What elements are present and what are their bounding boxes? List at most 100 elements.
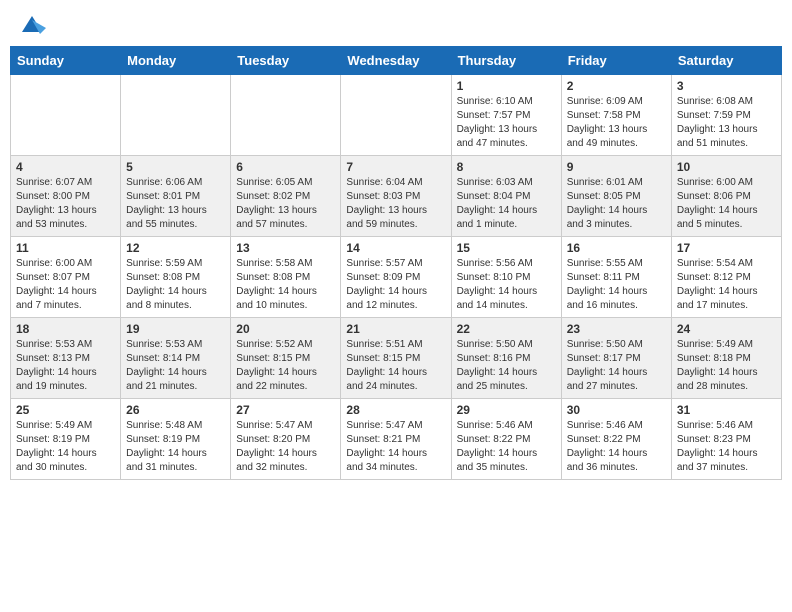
calendar-cell: 18 Sunrise: 5:53 AMSunset: 8:13 PMDayligh… xyxy=(11,318,121,399)
day-info: Sunrise: 5:57 AMSunset: 8:09 PMDaylight:… xyxy=(346,257,445,313)
weekday-header-sunday: Sunday xyxy=(11,47,121,75)
calendar-cell: 10Sunrise: 6:00 AMSunset: 8:06 PMDayligh… xyxy=(671,156,781,237)
day-number: 6 xyxy=(236,160,335,174)
calendar-cell: 28Sunrise: 5:47 AMSunset: 8:21 PMDayligh… xyxy=(341,399,451,480)
day-number: 3 xyxy=(677,79,776,93)
calendar-cell: 1 Sunrise: 6:10 AMSunset: 7:57 PMDaylight… xyxy=(451,75,561,156)
day-info: Sunrise: 5:59 AMSunset: 8:08 PMDaylight:… xyxy=(126,257,225,313)
day-info: Sunrise: 5:50 AMSunset: 8:16 PMDaylight:… xyxy=(457,338,556,394)
calendar-cell: 11 Sunrise: 6:00 AMSunset: 8:07 PMDayligh… xyxy=(11,237,121,318)
day-info: Sunrise: 5:48 AMSunset: 8:19 PMDaylight:… xyxy=(126,419,225,475)
day-number: 4 xyxy=(16,160,115,174)
calendar-cell: 15 Sunrise: 5:56 AMSunset: 8:10 PMDayligh… xyxy=(451,237,561,318)
calendar-cell: 20Sunrise: 5:52 AMSunset: 8:15 PMDayligh… xyxy=(231,318,341,399)
day-info: Sunrise: 5:53 AMSunset: 8:13 PMDaylight:… xyxy=(16,338,115,394)
calendar-cell: 4 Sunrise: 6:07 AMSunset: 8:00 PMDaylight… xyxy=(11,156,121,237)
day-number: 27 xyxy=(236,403,335,417)
calendar-cell: 5 Sunrise: 6:06 AMSunset: 8:01 PMDaylight… xyxy=(121,156,231,237)
calendar-cell: 14 Sunrise: 5:57 AMSunset: 8:09 PMDayligh… xyxy=(341,237,451,318)
weekday-header-wednesday: Wednesday xyxy=(341,47,451,75)
day-info: Sunrise: 5:46 AMSunset: 8:22 PMDaylight:… xyxy=(567,419,666,475)
day-info: Sunrise: 5:47 AMSunset: 8:20 PMDaylight:… xyxy=(236,419,335,475)
day-number: 8 xyxy=(457,160,556,174)
calendar-cell: 25 Sunrise: 5:49 AMSunset: 8:19 PMDayligh… xyxy=(11,399,121,480)
logo xyxy=(14,10,46,38)
calendar-cell: 30Sunrise: 5:46 AMSunset: 8:22 PMDayligh… xyxy=(561,399,671,480)
day-info: Sunrise: 5:46 AMSunset: 8:22 PMDaylight:… xyxy=(457,419,556,475)
calendar-cell: 22 Sunrise: 5:50 AMSunset: 8:16 PMDayligh… xyxy=(451,318,561,399)
day-number: 18 xyxy=(16,322,115,336)
calendar-cell: 3 Sunrise: 6:08 AMSunset: 7:59 PMDaylight… xyxy=(671,75,781,156)
day-info: Sunrise: 5:46 AMSunset: 8:23 PMDaylight:… xyxy=(677,419,776,475)
day-number: 31 xyxy=(677,403,776,417)
calendar-cell: 7 Sunrise: 6:04 AMSunset: 8:03 PMDaylight… xyxy=(341,156,451,237)
calendar-cell: 23 Sunrise: 5:50 AMSunset: 8:17 PMDayligh… xyxy=(561,318,671,399)
day-number: 21 xyxy=(346,322,445,336)
calendar-cell xyxy=(231,75,341,156)
calendar-table: SundayMondayTuesdayWednesdayThursdayFrid… xyxy=(10,46,782,480)
day-number: 17 xyxy=(677,241,776,255)
calendar-cell: 24 Sunrise: 5:49 AMSunset: 8:18 PMDayligh… xyxy=(671,318,781,399)
calendar-week-row: 1 Sunrise: 6:10 AMSunset: 7:57 PMDaylight… xyxy=(11,75,782,156)
day-number: 14 xyxy=(346,241,445,255)
weekday-header-monday: Monday xyxy=(121,47,231,75)
calendar-cell: 12 Sunrise: 5:59 AMSunset: 8:08 PMDayligh… xyxy=(121,237,231,318)
day-info: Sunrise: 6:08 AMSunset: 7:59 PMDaylight:… xyxy=(677,95,776,151)
day-number: 15 xyxy=(457,241,556,255)
calendar-cell: 13 Sunrise: 5:58 AMSunset: 8:08 PMDayligh… xyxy=(231,237,341,318)
day-number: 13 xyxy=(236,241,335,255)
day-info: Sunrise: 6:10 AMSunset: 7:57 PMDaylight:… xyxy=(457,95,556,151)
calendar-cell: 19 Sunrise: 5:53 AMSunset: 8:14 PMDayligh… xyxy=(121,318,231,399)
day-number: 5 xyxy=(126,160,225,174)
day-number: 2 xyxy=(567,79,666,93)
day-info: Sunrise: 6:06 AMSunset: 8:01 PMDaylight:… xyxy=(126,176,225,232)
calendar-week-row: 11 Sunrise: 6:00 AMSunset: 8:07 PMDayligh… xyxy=(11,237,782,318)
calendar-cell: 16Sunrise: 5:55 AMSunset: 8:11 PMDayligh… xyxy=(561,237,671,318)
day-number: 22 xyxy=(457,322,556,336)
calendar-cell xyxy=(341,75,451,156)
day-number: 1 xyxy=(457,79,556,93)
weekday-header-row: SundayMondayTuesdayWednesdayThursdayFrid… xyxy=(11,47,782,75)
day-info: Sunrise: 6:07 AMSunset: 8:00 PMDaylight:… xyxy=(16,176,115,232)
day-number: 11 xyxy=(16,241,115,255)
day-info: Sunrise: 5:54 AMSunset: 8:12 PMDaylight:… xyxy=(677,257,776,313)
day-info: Sunrise: 6:00 AMSunset: 8:07 PMDaylight:… xyxy=(16,257,115,313)
day-info: Sunrise: 6:05 AMSunset: 8:02 PMDaylight:… xyxy=(236,176,335,232)
day-number: 26 xyxy=(126,403,225,417)
day-number: 25 xyxy=(16,403,115,417)
calendar-cell: 8Sunrise: 6:03 AMSunset: 8:04 PMDaylight… xyxy=(451,156,561,237)
day-number: 23 xyxy=(567,322,666,336)
day-info: Sunrise: 5:47 AMSunset: 8:21 PMDaylight:… xyxy=(346,419,445,475)
day-number: 20 xyxy=(236,322,335,336)
day-number: 9 xyxy=(567,160,666,174)
calendar-cell: 27 Sunrise: 5:47 AMSunset: 8:20 PMDayligh… xyxy=(231,399,341,480)
day-info: Sunrise: 5:56 AMSunset: 8:10 PMDaylight:… xyxy=(457,257,556,313)
weekday-header-saturday: Saturday xyxy=(671,47,781,75)
day-info: Sunrise: 5:50 AMSunset: 8:17 PMDaylight:… xyxy=(567,338,666,394)
day-number: 19 xyxy=(126,322,225,336)
logo-icon xyxy=(18,10,46,38)
calendar-cell: 29 Sunrise: 5:46 AMSunset: 8:22 PMDayligh… xyxy=(451,399,561,480)
day-info: Sunrise: 5:49 AMSunset: 8:18 PMDaylight:… xyxy=(677,338,776,394)
day-info: Sunrise: 6:04 AMSunset: 8:03 PMDaylight:… xyxy=(346,176,445,232)
day-number: 12 xyxy=(126,241,225,255)
calendar-cell xyxy=(121,75,231,156)
day-number: 7 xyxy=(346,160,445,174)
day-number: 29 xyxy=(457,403,556,417)
day-info: Sunrise: 6:00 AMSunset: 8:06 PMDaylight:… xyxy=(677,176,776,232)
calendar-week-row: 4 Sunrise: 6:07 AMSunset: 8:00 PMDaylight… xyxy=(11,156,782,237)
day-info: Sunrise: 5:53 AMSunset: 8:14 PMDaylight:… xyxy=(126,338,225,394)
calendar-cell: 21Sunrise: 5:51 AMSunset: 8:15 PMDayligh… xyxy=(341,318,451,399)
weekday-header-tuesday: Tuesday xyxy=(231,47,341,75)
day-number: 16 xyxy=(567,241,666,255)
day-number: 24 xyxy=(677,322,776,336)
day-info: Sunrise: 6:09 AMSunset: 7:58 PMDaylight:… xyxy=(567,95,666,151)
calendar-cell: 9Sunrise: 6:01 AMSunset: 8:05 PMDaylight… xyxy=(561,156,671,237)
day-info: Sunrise: 5:58 AMSunset: 8:08 PMDaylight:… xyxy=(236,257,335,313)
weekday-header-thursday: Thursday xyxy=(451,47,561,75)
calendar-cell xyxy=(11,75,121,156)
calendar-cell: 2 Sunrise: 6:09 AMSunset: 7:58 PMDaylight… xyxy=(561,75,671,156)
calendar-week-row: 25 Sunrise: 5:49 AMSunset: 8:19 PMDayligh… xyxy=(11,399,782,480)
weekday-header-friday: Friday xyxy=(561,47,671,75)
day-info: Sunrise: 5:49 AMSunset: 8:19 PMDaylight:… xyxy=(16,419,115,475)
